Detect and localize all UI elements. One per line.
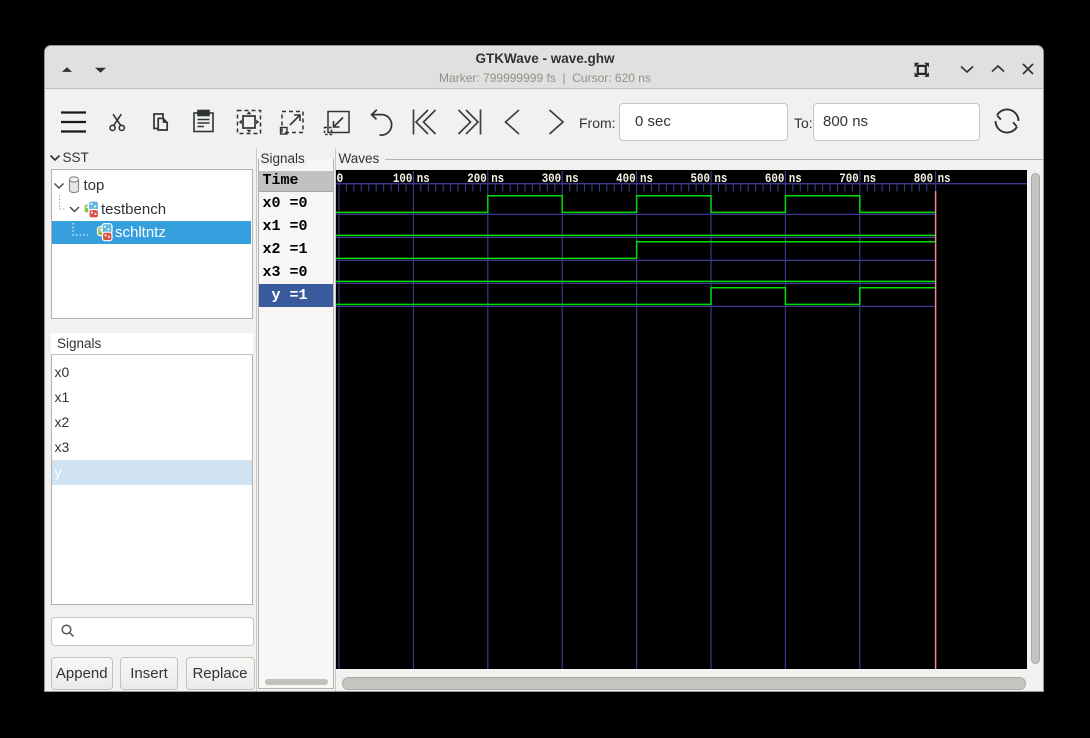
svg-text:ns: ns — [640, 172, 653, 186]
svg-text:ns: ns — [863, 172, 876, 186]
svg-text:700: 700 — [839, 172, 859, 186]
svg-text:ns: ns — [937, 172, 950, 186]
svg-text:200: 200 — [467, 172, 487, 186]
svg-text:800: 800 — [913, 172, 933, 186]
svg-text:300: 300 — [541, 172, 561, 186]
svg-text:0: 0 — [336, 172, 343, 186]
svg-text:600: 600 — [765, 172, 785, 186]
svg-text:ns: ns — [565, 172, 578, 186]
svg-text:ns: ns — [491, 172, 504, 186]
svg-text:ns: ns — [714, 172, 727, 186]
svg-text:ns: ns — [788, 172, 801, 186]
svg-text:500: 500 — [690, 172, 710, 186]
svg-text:100: 100 — [393, 172, 413, 186]
svg-text:ns: ns — [416, 172, 429, 186]
svg-text:400: 400 — [616, 172, 636, 186]
